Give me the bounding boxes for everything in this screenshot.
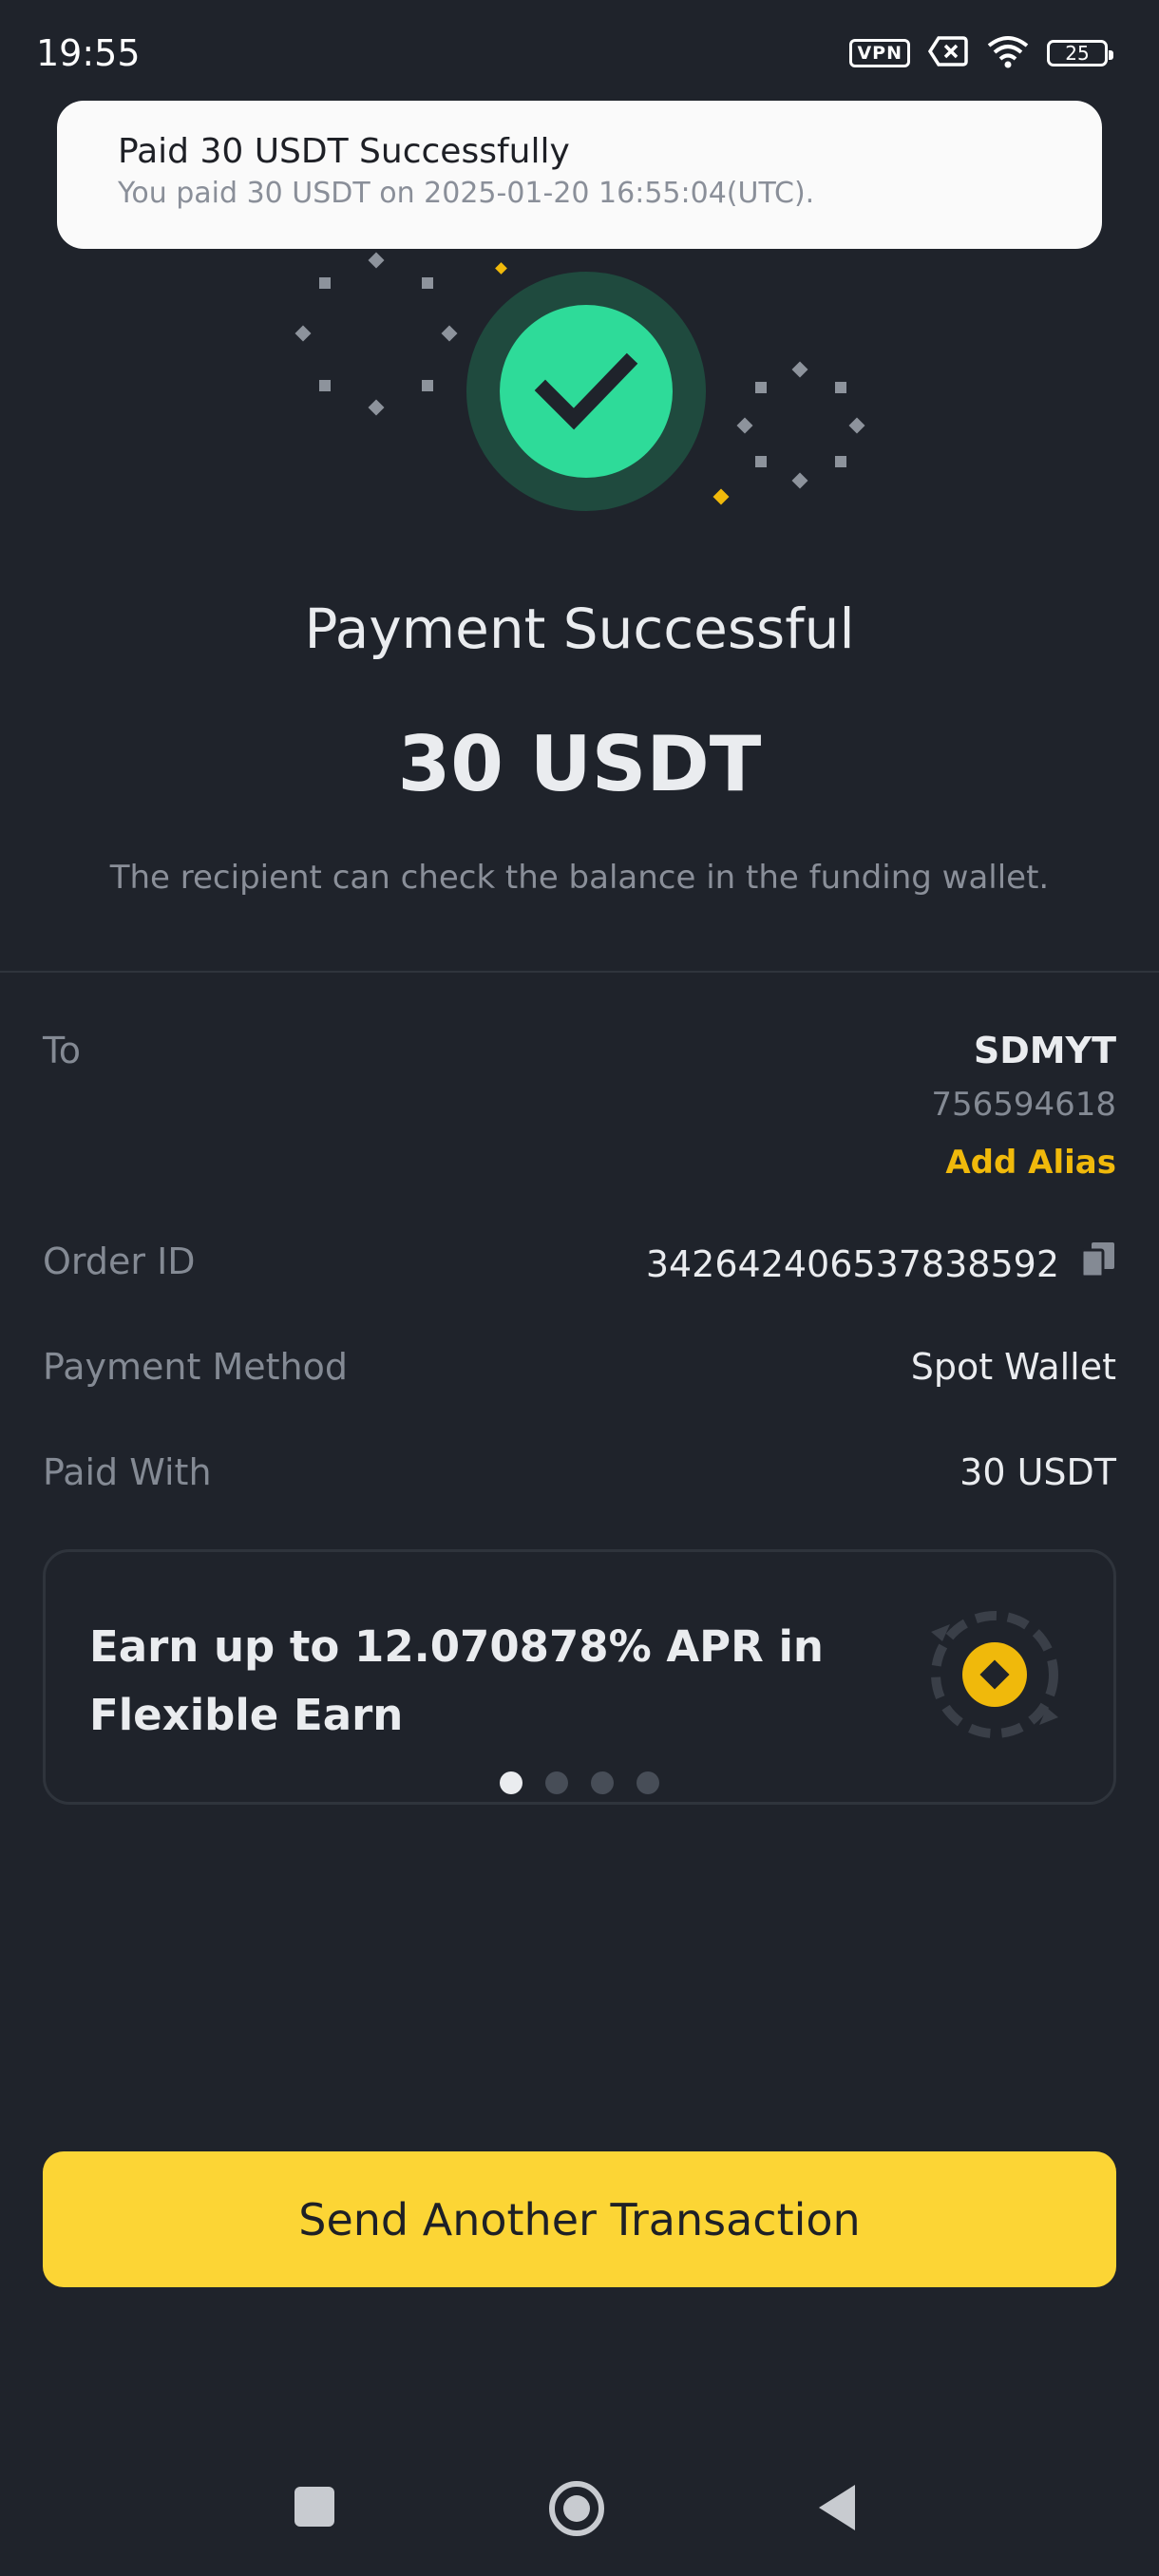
paid-with-label: Paid With xyxy=(43,1451,212,1493)
divider xyxy=(0,971,1159,973)
home-square-icon[interactable] xyxy=(293,2485,336,2532)
toast-subtitle: You paid 30 USDT on 2025-01-20 16:55:04(… xyxy=(118,177,815,210)
promo-line-2: Flexible Earn xyxy=(89,1690,404,1740)
sim-off-icon xyxy=(927,35,969,71)
recipient-id: 756594618 xyxy=(931,1086,1116,1124)
order-id-value: 342642406537838592 xyxy=(645,1242,1059,1285)
vpn-icon: VPN xyxy=(849,39,910,67)
result-title: Payment Successful xyxy=(304,597,855,661)
payment-toast[interactable]: Paid 30 USDT Successfully You paid 30 US… xyxy=(57,101,1102,249)
recipient-name: SDMYT xyxy=(973,1030,1116,1071)
copy-icon[interactable] xyxy=(1080,1241,1116,1287)
wifi-icon xyxy=(986,34,1030,72)
pager-dot-1[interactable] xyxy=(500,1771,522,1794)
result-note: The recipient can check the balance in t… xyxy=(109,859,1050,897)
toast-title: Paid 30 USDT Successfully xyxy=(118,132,570,171)
payment-method-value: Spot Wallet xyxy=(910,1346,1116,1388)
checkmark-icon xyxy=(534,352,638,430)
success-badge xyxy=(466,272,706,511)
back-triangle-icon[interactable] xyxy=(815,2481,859,2538)
promo-line-1: Earn up to 12.070878% APR in xyxy=(89,1621,824,1672)
add-alias-link[interactable]: Add Alias xyxy=(945,1144,1116,1182)
promo-text: Earn up to 12.070878% APR in Flexible Ea… xyxy=(89,1613,830,1750)
status-icons: VPN 25 xyxy=(849,34,1113,72)
pager-dot-2[interactable] xyxy=(545,1771,568,1794)
send-another-transaction-button[interactable]: Send Another Transaction xyxy=(43,2151,1116,2287)
order-id-label: Order ID xyxy=(43,1241,196,1282)
pager-dot-3[interactable] xyxy=(591,1771,614,1794)
flexible-earn-icon xyxy=(923,1603,1066,1750)
result-amount: 30 USDT xyxy=(397,720,762,808)
paid-with-value: 30 USDT xyxy=(960,1451,1116,1493)
status-time: 19:55 xyxy=(36,32,141,74)
payment-method-label: Payment Method xyxy=(43,1346,348,1388)
earn-promo-card[interactable]: Earn up to 12.070878% APR in Flexible Ea… xyxy=(43,1549,1116,1805)
battery-icon: 25 xyxy=(1047,40,1113,66)
promo-pager xyxy=(46,1771,1113,1794)
order-id-row: 342642406537838592 xyxy=(646,1241,1116,1287)
home-circle-icon[interactable] xyxy=(547,2479,606,2542)
pager-dot-4[interactable] xyxy=(636,1771,659,1794)
to-label: To xyxy=(43,1030,82,1071)
